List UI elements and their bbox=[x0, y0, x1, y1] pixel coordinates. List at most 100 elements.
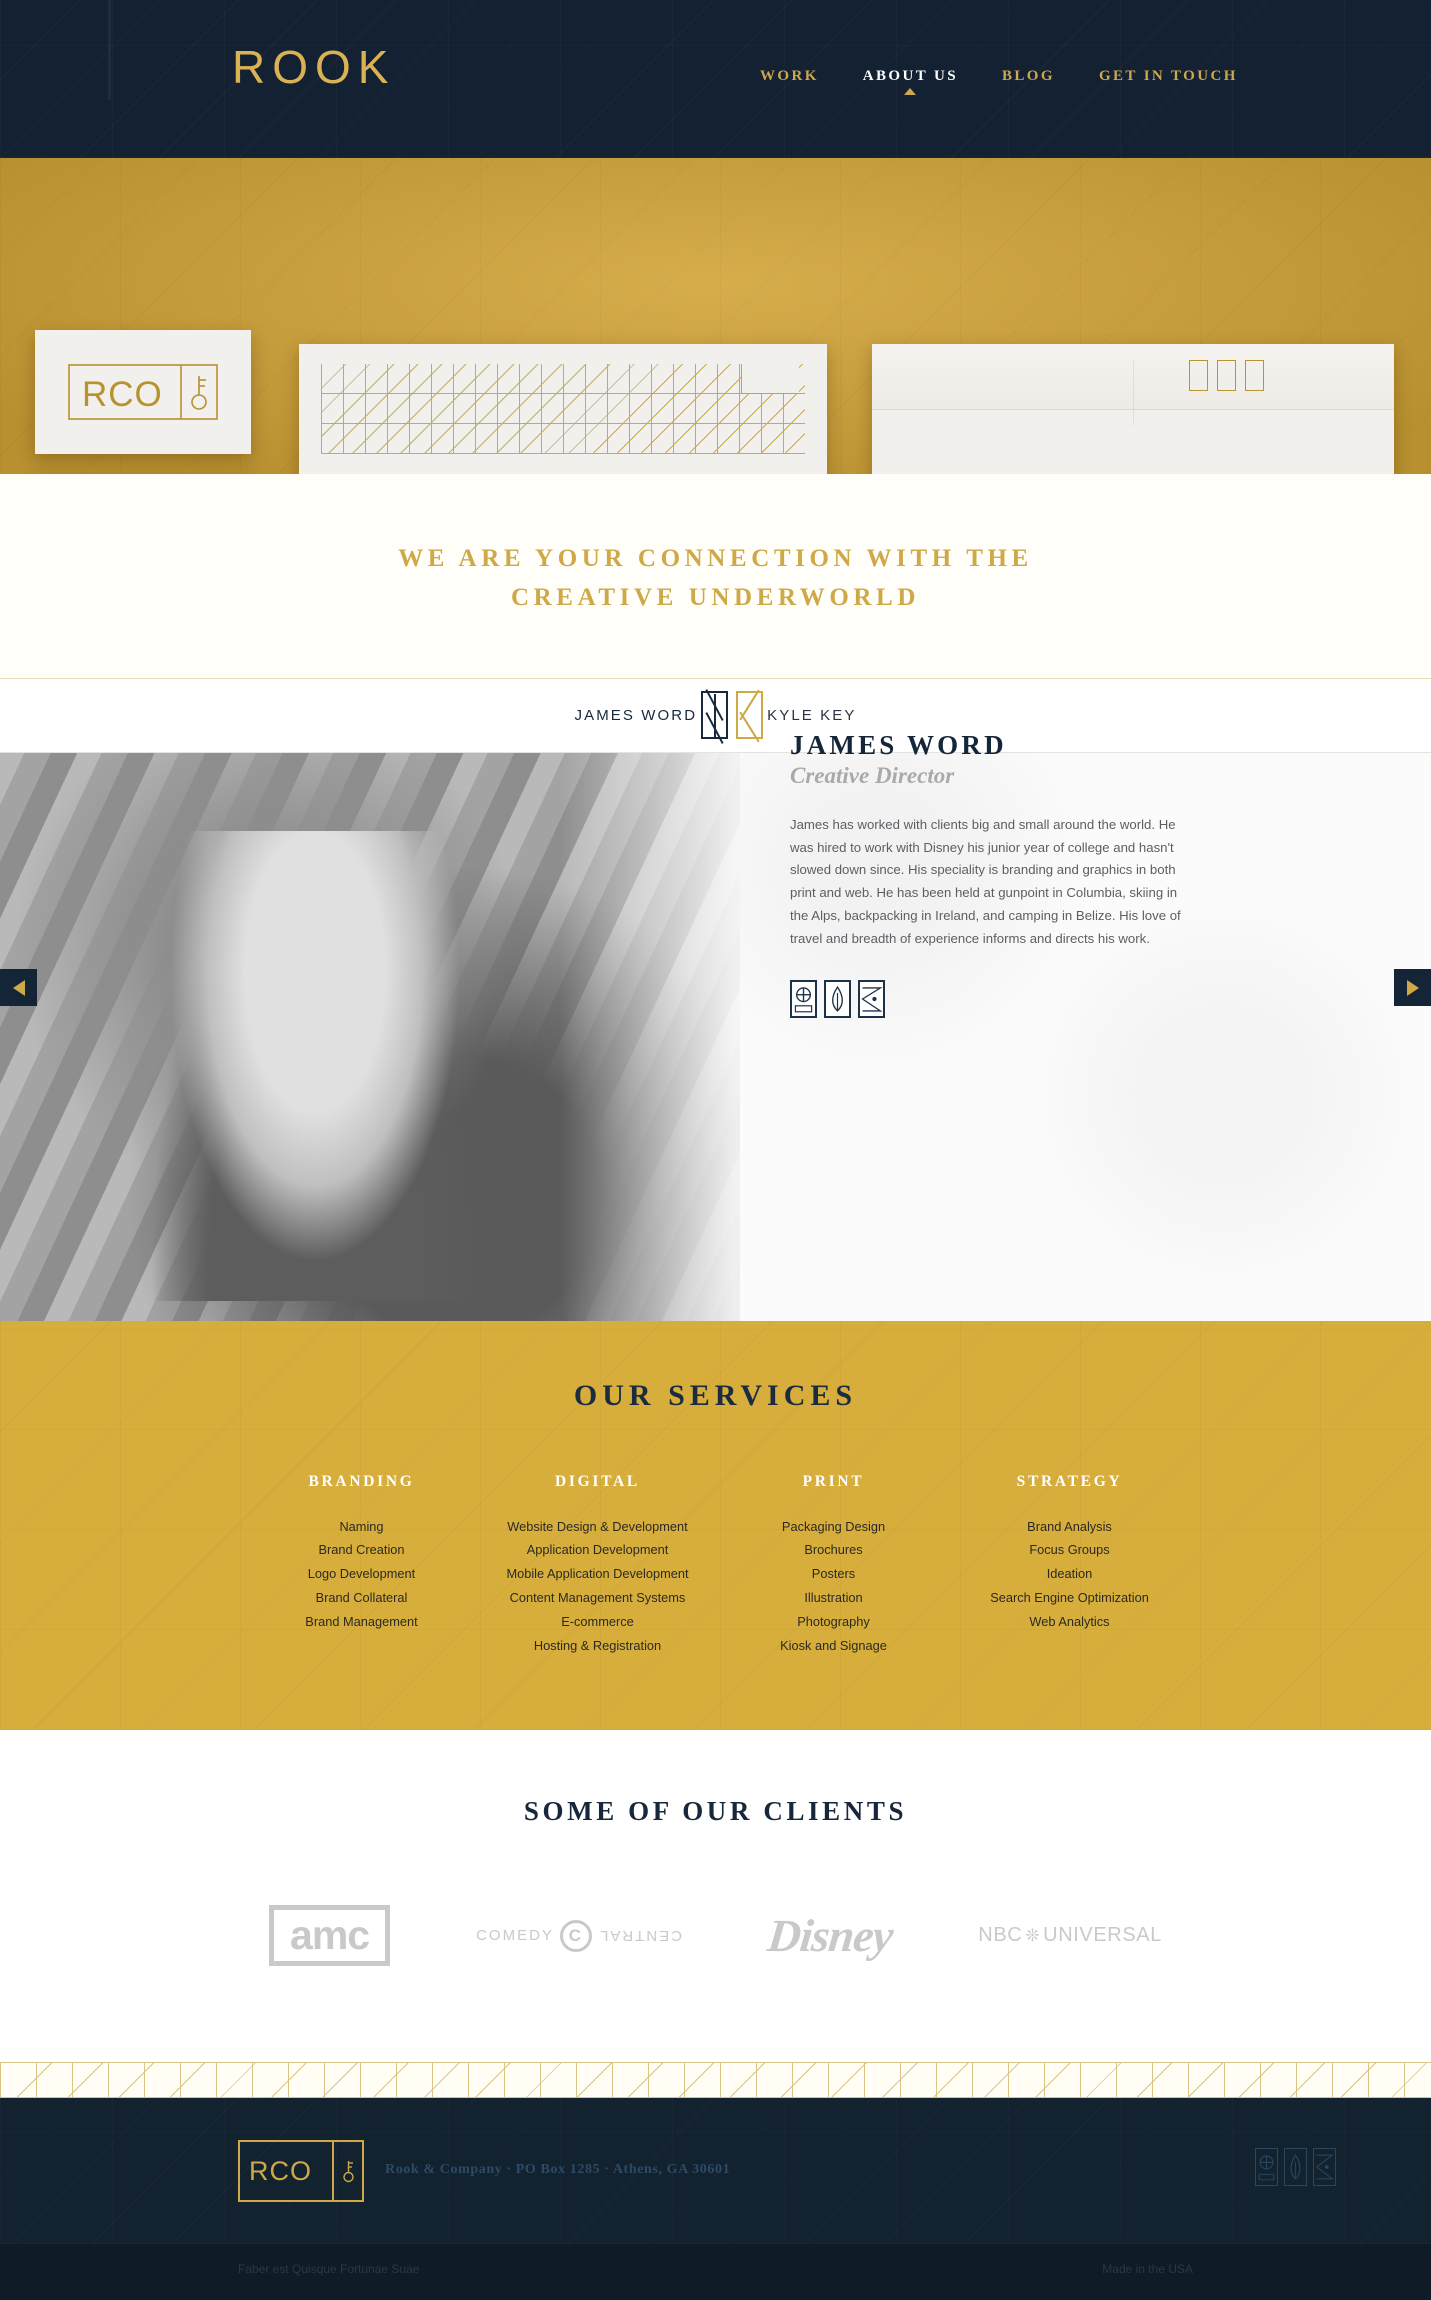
bio-member-name: JAMES WORD bbox=[790, 730, 1007, 760]
client-logo-amc: amc bbox=[269, 1905, 391, 1967]
service-item[interactable]: Naming bbox=[244, 1515, 480, 1539]
tab-kyle-key-label: KYLE KEY bbox=[767, 706, 857, 724]
service-item[interactable]: Illustration bbox=[716, 1586, 952, 1610]
client-logo-row: amc COMEDY C CENTRAL Disney NBC ❊ UNIVER… bbox=[0, 1905, 1431, 1967]
service-item[interactable]: Brochures bbox=[716, 1538, 952, 1562]
service-item[interactable]: Brand Collateral bbox=[244, 1586, 480, 1610]
envelope-flap bbox=[872, 344, 1394, 410]
tab-james-word[interactable]: JAMES WORD bbox=[574, 689, 732, 744]
bio-member-description: James has worked with clients big and sm… bbox=[790, 817, 1181, 946]
service-item[interactable]: Logo Development bbox=[244, 1562, 480, 1586]
service-item[interactable]: Content Management Systems bbox=[480, 1586, 716, 1610]
service-heading-branding: BRANDING bbox=[308, 1472, 415, 1490]
carousel-prev-button[interactable] bbox=[0, 969, 37, 1006]
footer-made-in: Made in the USA bbox=[1102, 2262, 1193, 2277]
hero-logo-business-card: RCO bbox=[35, 330, 251, 454]
envelope-icon-row bbox=[1189, 360, 1264, 391]
service-item[interactable]: Photography bbox=[716, 1610, 952, 1634]
footer-bottom-bar: Faber est Quisque Fortunae Suae Made in … bbox=[0, 2244, 1431, 2300]
letterhead-blank-box bbox=[741, 364, 799, 394]
clients-title: SOME OF OUR CLIENTS bbox=[523, 1796, 908, 1827]
services-section: OUR SERVICES BRANDING Naming Brand Creat… bbox=[0, 1320, 1431, 1731]
service-item[interactable]: Packaging Design bbox=[716, 1515, 952, 1539]
footer-print-press-icon bbox=[1313, 2148, 1336, 2187]
service-heading-strategy: STRATEGY bbox=[1016, 1472, 1123, 1490]
hero-letterhead bbox=[299, 344, 827, 474]
footer-logo-text: RCO bbox=[249, 2155, 312, 2186]
james-word-monogram-icon bbox=[701, 689, 729, 744]
nav-item-work[interactable]: WORK bbox=[760, 68, 819, 85]
service-item[interactable]: E-commerce bbox=[480, 1610, 716, 1634]
service-column-digital: DIGITAL Website Design & Development App… bbox=[480, 1473, 716, 1659]
service-column-print: PRINT Packaging Design Brochures Posters… bbox=[716, 1473, 952, 1659]
service-item[interactable]: Focus Groups bbox=[952, 1538, 1188, 1562]
client-logo-disney: Disney bbox=[765, 1909, 895, 1962]
service-item[interactable]: Website Design & Development bbox=[480, 1515, 716, 1539]
footer-logo-divider bbox=[332, 2142, 334, 2201]
footer-compass-icon bbox=[1255, 2148, 1278, 2187]
service-item[interactable]: Posters bbox=[716, 1562, 952, 1586]
client-logo-comedy-central: COMEDY C CENTRAL bbox=[476, 1919, 682, 1952]
clients-section: SOME OF OUR CLIENTS amc COMEDY C CENTRAL… bbox=[0, 1730, 1431, 2063]
site-header: ROOK WORK ABOUT US BLOG GET IN TOUCH bbox=[0, 0, 1431, 158]
hero-envelope bbox=[872, 344, 1394, 474]
service-item[interactable]: Brand Creation bbox=[244, 1538, 480, 1562]
svg-text:RCO: RCO bbox=[82, 375, 163, 414]
service-heading-print: PRINT bbox=[802, 1472, 865, 1490]
footer-motto: Faber est Quisque Fortunae Suae bbox=[238, 2262, 420, 2277]
comedy-central-left: COMEDY bbox=[476, 1927, 554, 1945]
bio-skill-icons bbox=[790, 980, 1190, 1019]
service-item[interactable]: Brand Management bbox=[244, 1610, 480, 1634]
service-item[interactable]: Application Development bbox=[480, 1538, 716, 1562]
service-item[interactable]: Web Analytics bbox=[952, 1610, 1188, 1634]
nav-item-about-us[interactable]: ABOUT US bbox=[862, 68, 958, 95]
tagline-line-1: WE ARE YOUR CONNECTION WITH THE bbox=[398, 545, 1033, 572]
service-column-strategy: STRATEGY Brand Analysis Focus Groups Ide… bbox=[952, 1473, 1188, 1659]
nav-item-blog[interactable]: BLOG bbox=[1002, 68, 1055, 85]
envelope-compass-icon bbox=[1189, 360, 1208, 391]
rco-logo-mark-icon: RCO bbox=[68, 364, 218, 420]
services-columns: BRANDING Naming Brand Creation Logo Deve… bbox=[0, 1473, 1431, 1659]
compass-icon bbox=[790, 980, 817, 1019]
footer-address: Rook & Company · PO Box 1285 · Athens, G… bbox=[385, 2162, 731, 2178]
service-item[interactable]: Hosting & Registration bbox=[480, 1634, 716, 1658]
footer-logo-key-icon bbox=[343, 2161, 354, 2183]
nbc-prefix: NBC bbox=[978, 1924, 1023, 1947]
envelope-print-press-icon bbox=[1245, 360, 1264, 391]
service-item[interactable]: Ideation bbox=[952, 1562, 1188, 1586]
site-footer: RCO Rook & Company · PO Box 1285 · Athen… bbox=[0, 2098, 1431, 2245]
comedy-central-right: CENTRAL bbox=[597, 1927, 682, 1945]
site-logo[interactable]: ROOK bbox=[232, 44, 395, 90]
service-item[interactable]: Mobile Application Development bbox=[480, 1562, 716, 1586]
tagline-section: WE ARE YOUR CONNECTION WITH THE CREATIVE… bbox=[0, 474, 1431, 679]
service-item[interactable]: Search Engine Optimization bbox=[952, 1586, 1188, 1610]
service-item[interactable]: Brand Analysis bbox=[952, 1515, 1188, 1539]
bio-member-role: Creative Director bbox=[790, 763, 955, 788]
footer-logo[interactable]: RCO bbox=[238, 2140, 364, 2203]
main-nav: WORK ABOUT US BLOG GET IN TOUCH bbox=[760, 68, 1238, 95]
disney-logo-text: Disney bbox=[765, 1910, 895, 1962]
page-root: ROOK WORK ABOUT US BLOG GET IN TOUCH RCO bbox=[0, 0, 1431, 2300]
peacock-icon: ❊ bbox=[1025, 1925, 1041, 1945]
envelope-pen-nib-icon bbox=[1217, 360, 1236, 391]
service-item[interactable]: Kiosk and Signage bbox=[716, 1634, 952, 1658]
carousel-next-button[interactable] bbox=[1394, 969, 1431, 1006]
hero-banner: RCO JAMES WORD Creative Director PO Box … bbox=[0, 158, 1431, 474]
nav-item-get-in-touch[interactable]: GET IN TOUCH bbox=[1099, 68, 1238, 85]
letterhead-pattern bbox=[321, 364, 805, 454]
services-title: OUR SERVICES bbox=[573, 1378, 858, 1412]
service-column-branding: BRANDING Naming Brand Creation Logo Deve… bbox=[244, 1473, 480, 1659]
footer-icon-row bbox=[1255, 2148, 1336, 2187]
chevron-left-icon bbox=[12, 979, 25, 996]
nav-active-caret-icon bbox=[904, 88, 917, 95]
nbc-suffix: UNIVERSAL bbox=[1043, 1924, 1162, 1947]
client-logo-nbc-universal: NBC ❊ UNIVERSAL bbox=[978, 1924, 1162, 1947]
zigzag-divider bbox=[0, 2062, 1431, 2099]
kyle-key-monogram-icon bbox=[736, 689, 764, 743]
comedy-central-mark-icon: C bbox=[559, 1919, 592, 1952]
tab-james-word-label: JAMES WORD bbox=[574, 706, 698, 724]
bio-text-block: JAMES WORD Creative Director James has w… bbox=[790, 730, 1190, 1019]
nav-item-about-us-label: ABOUT US bbox=[862, 68, 958, 84]
pen-nib-icon bbox=[824, 980, 851, 1019]
footer-pen-nib-icon bbox=[1284, 2148, 1307, 2187]
